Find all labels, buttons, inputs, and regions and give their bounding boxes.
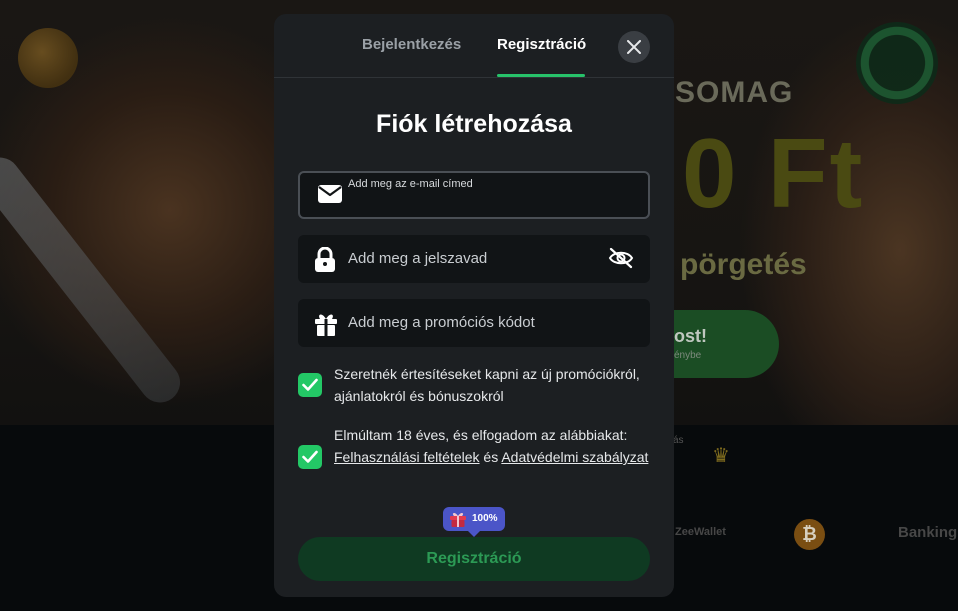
zeewallet-logo: ZeeWallet	[675, 526, 726, 538]
crown-icon: ♛	[712, 445, 730, 467]
promo-amount: 0 Ft	[682, 118, 865, 228]
eye-off-icon[interactable]	[608, 246, 634, 270]
banking-logo: Banking	[898, 524, 958, 541]
promo-code-field[interactable]: Add meg a promóciós kódot	[298, 299, 650, 347]
promo-cta-button[interactable]: ost! énybe	[660, 310, 779, 378]
checkmark-icon	[302, 378, 318, 391]
active-tab-indicator	[497, 74, 585, 77]
auth-tabs: Bejelentkezés Regisztráció	[274, 14, 674, 78]
notifications-consent-text: Szeretnék értesítéseket kapni az új prom…	[334, 366, 640, 404]
hero-artwork-sword	[0, 149, 189, 411]
password-field[interactable]: Add meg a jelszavad	[298, 235, 650, 283]
envelope-icon	[318, 185, 342, 203]
email-field[interactable]: Add meg az e-mail címed	[298, 171, 650, 219]
bitcoin-icon: ₿	[794, 519, 825, 550]
hero-artwork-shield	[18, 28, 78, 88]
tab-login[interactable]: Bejelentkezés	[362, 36, 461, 53]
casino-chip-icon	[856, 22, 938, 104]
close-icon	[627, 40, 641, 54]
gift-icon	[450, 512, 466, 527]
tab-register[interactable]: Regisztráció	[497, 36, 586, 53]
promo-spins: pörgetés	[680, 248, 807, 281]
gift-icon	[315, 314, 337, 336]
password-placeholder: Add meg a jelszavad	[348, 250, 488, 267]
terms-checkbox[interactable]	[298, 445, 322, 469]
registration-modal: Bejelentkezés Regisztráció Fiók létrehoz…	[274, 14, 674, 597]
register-submit-button[interactable]: Regisztráció	[298, 537, 650, 581]
terms-of-use-link[interactable]: Felhasználási feltételek	[334, 449, 480, 465]
email-field-label: Add meg az e-mail címed	[348, 178, 473, 190]
completion-badge: 100%	[443, 507, 505, 537]
terms-consent-text: Elmúltam 18 éves, és elfogadom az alábbi…	[334, 424, 650, 468]
promo-title: SOMAG	[675, 76, 794, 109]
lock-icon	[315, 247, 335, 272]
promo-code-placeholder: Add meg a promóciós kódot	[348, 314, 535, 331]
terms-text-before: Elmúltam 18 éves, és elfogadom az alábbi…	[334, 427, 628, 443]
checkmark-icon	[302, 450, 318, 463]
completion-percent: 100%	[472, 513, 498, 524]
close-button[interactable]	[618, 31, 650, 63]
promo-cta-sublabel: énybe	[674, 350, 702, 361]
modal-title: Fiók létrehozása	[376, 110, 572, 138]
privacy-policy-link[interactable]: Adatvédelmi szabályzat	[501, 449, 648, 465]
strip-text: ás	[673, 435, 684, 446]
promo-cta-label: ost!	[674, 326, 707, 346]
terms-and: és	[479, 449, 502, 465]
notifications-checkbox[interactable]	[298, 373, 322, 397]
